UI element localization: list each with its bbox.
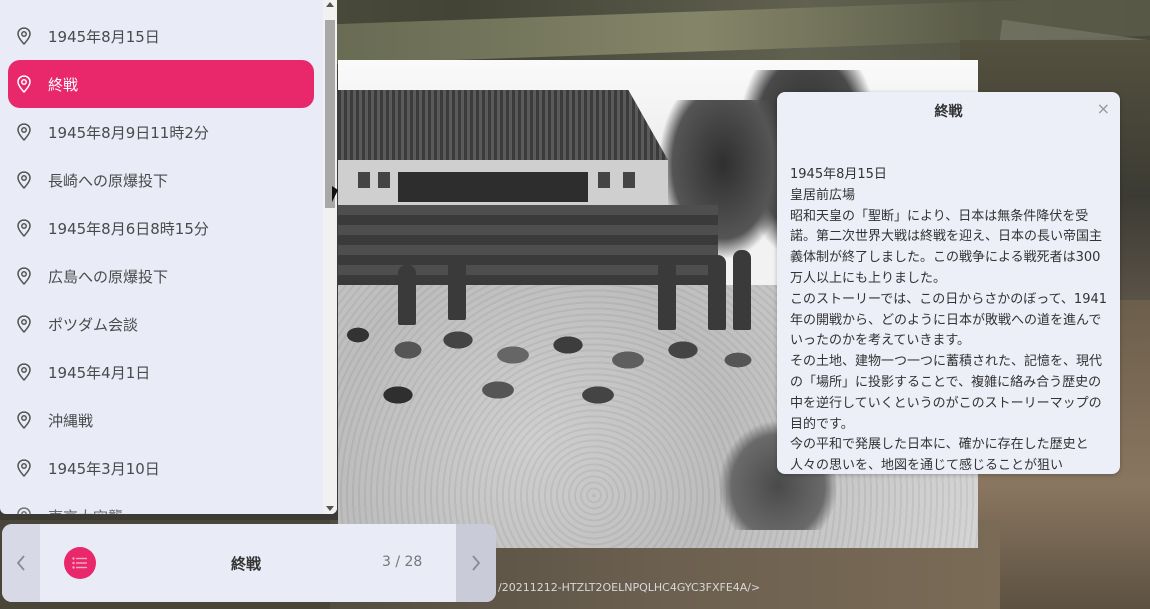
map-pin-icon bbox=[17, 459, 31, 477]
popup-title: 終戦 bbox=[934, 104, 963, 120]
next-button[interactable] bbox=[456, 524, 496, 602]
list-item[interactable]: 1945年8月9日11時2分 bbox=[0, 108, 322, 156]
map-pin-icon bbox=[17, 267, 31, 285]
map-pin-icon bbox=[17, 171, 31, 189]
list-item-label: 東京大空襲 bbox=[48, 506, 123, 515]
list-scrollbar[interactable] bbox=[323, 0, 337, 514]
story-navigation-bar: 終戦 3 / 28 bbox=[2, 524, 496, 602]
list-item-label: 長崎への原爆投下 bbox=[48, 171, 169, 190]
popup-date: 1945年8月15日 bbox=[790, 167, 887, 182]
map-pin-icon bbox=[17, 315, 31, 333]
story-list-panel: 1945年8月15日 終戦 1945年8月9日11時2分 長崎への原爆投下 19… bbox=[0, 0, 337, 514]
list-item-label: 1945年8月6日8時15分 bbox=[48, 219, 209, 238]
list-item[interactable]: 沖縄戦 bbox=[0, 396, 322, 444]
info-popup: 終戦 × 1945年8月15日 皇居前広場 昭和天皇の「聖断」により、日本は無条… bbox=[777, 92, 1120, 474]
popup-paragraph: 今の平和で発展した日本に、確かに存在した歴史と人々の思いを、地図を通じて感じるこ… bbox=[790, 437, 1089, 474]
list-item[interactable]: 1945年8月15日 bbox=[0, 12, 322, 60]
list-item-label: 1945年8月15日 bbox=[48, 27, 160, 46]
list-item-label: 沖縄戦 bbox=[48, 411, 94, 430]
mouse-cursor-icon bbox=[332, 186, 338, 202]
list-item[interactable]: 東京大空襲 bbox=[0, 492, 322, 514]
list-item-label: 1945年8月9日11時2分 bbox=[48, 123, 209, 142]
popup-location: 皇居前広場 bbox=[790, 187, 856, 203]
list-item[interactable]: ポツダム会談 bbox=[0, 300, 322, 348]
map-pin-icon bbox=[17, 219, 31, 237]
popup-paragraph: このストーリーでは、この日からさかのぼって、1941年の開戦から、どのように日本… bbox=[790, 291, 1108, 349]
map-pin-icon bbox=[17, 507, 31, 514]
chevron-right-icon bbox=[472, 555, 481, 571]
scroll-down-arrow-icon[interactable] bbox=[326, 506, 334, 511]
list-item-label: 広島への原爆投下 bbox=[48, 267, 169, 286]
previous-button[interactable] bbox=[2, 524, 40, 602]
scroll-up-arrow-icon[interactable] bbox=[326, 2, 334, 7]
popup-body: 1945年8月15日 皇居前広場 昭和天皇の「聖断」により、日本は無条件降伏を受… bbox=[790, 165, 1112, 474]
list-item[interactable]: 1945年3月10日 bbox=[0, 444, 322, 492]
scroll-thumb[interactable] bbox=[325, 20, 335, 208]
menu-button[interactable] bbox=[64, 547, 96, 579]
chevron-left-icon bbox=[16, 555, 25, 571]
list-item[interactable]: 広島への原爆投下 bbox=[0, 252, 322, 300]
list-item[interactable]: 1945年4月1日 bbox=[0, 348, 322, 396]
map-pin-icon bbox=[17, 123, 31, 141]
map-pin-icon bbox=[17, 75, 31, 93]
page-counter: 3 / 28 bbox=[382, 554, 423, 570]
list-item[interactable]: 長崎への原爆投下 bbox=[0, 156, 322, 204]
map-pin-icon bbox=[17, 27, 31, 45]
list-item-label: 1945年3月10日 bbox=[48, 459, 160, 478]
list-item-label: 終戦 bbox=[48, 75, 79, 94]
list-item-label: 1945年4月1日 bbox=[48, 363, 151, 382]
close-icon[interactable]: × bbox=[1097, 99, 1110, 118]
map-pin-icon bbox=[17, 411, 31, 429]
list-item[interactable]: 1945年8月6日8時15分 bbox=[0, 204, 322, 252]
story-list: 1945年8月15日 終戦 1945年8月9日11時2分 長崎への原爆投下 19… bbox=[0, 12, 322, 514]
photo-source-url: /20211212-HTZLT2OELNPQLHC4GYC3FXFE4A/> bbox=[498, 581, 761, 594]
popup-paragraph: その土地、建物一つ一つに蓄積された、記憶を、現代の「場所」に投影することで、複雑… bbox=[790, 354, 1103, 432]
list-item-active[interactable]: 終戦 bbox=[8, 60, 314, 108]
list-item-label: ポツダム会談 bbox=[48, 315, 139, 334]
current-story-title: 終戦 bbox=[230, 555, 261, 573]
map-pin-icon bbox=[17, 363, 31, 381]
popup-paragraph: 昭和天皇の「聖断」により、日本は無条件降伏を受諾。第二次世界大戦は終戦を迎え、日… bbox=[790, 208, 1103, 286]
list-icon bbox=[72, 557, 87, 569]
